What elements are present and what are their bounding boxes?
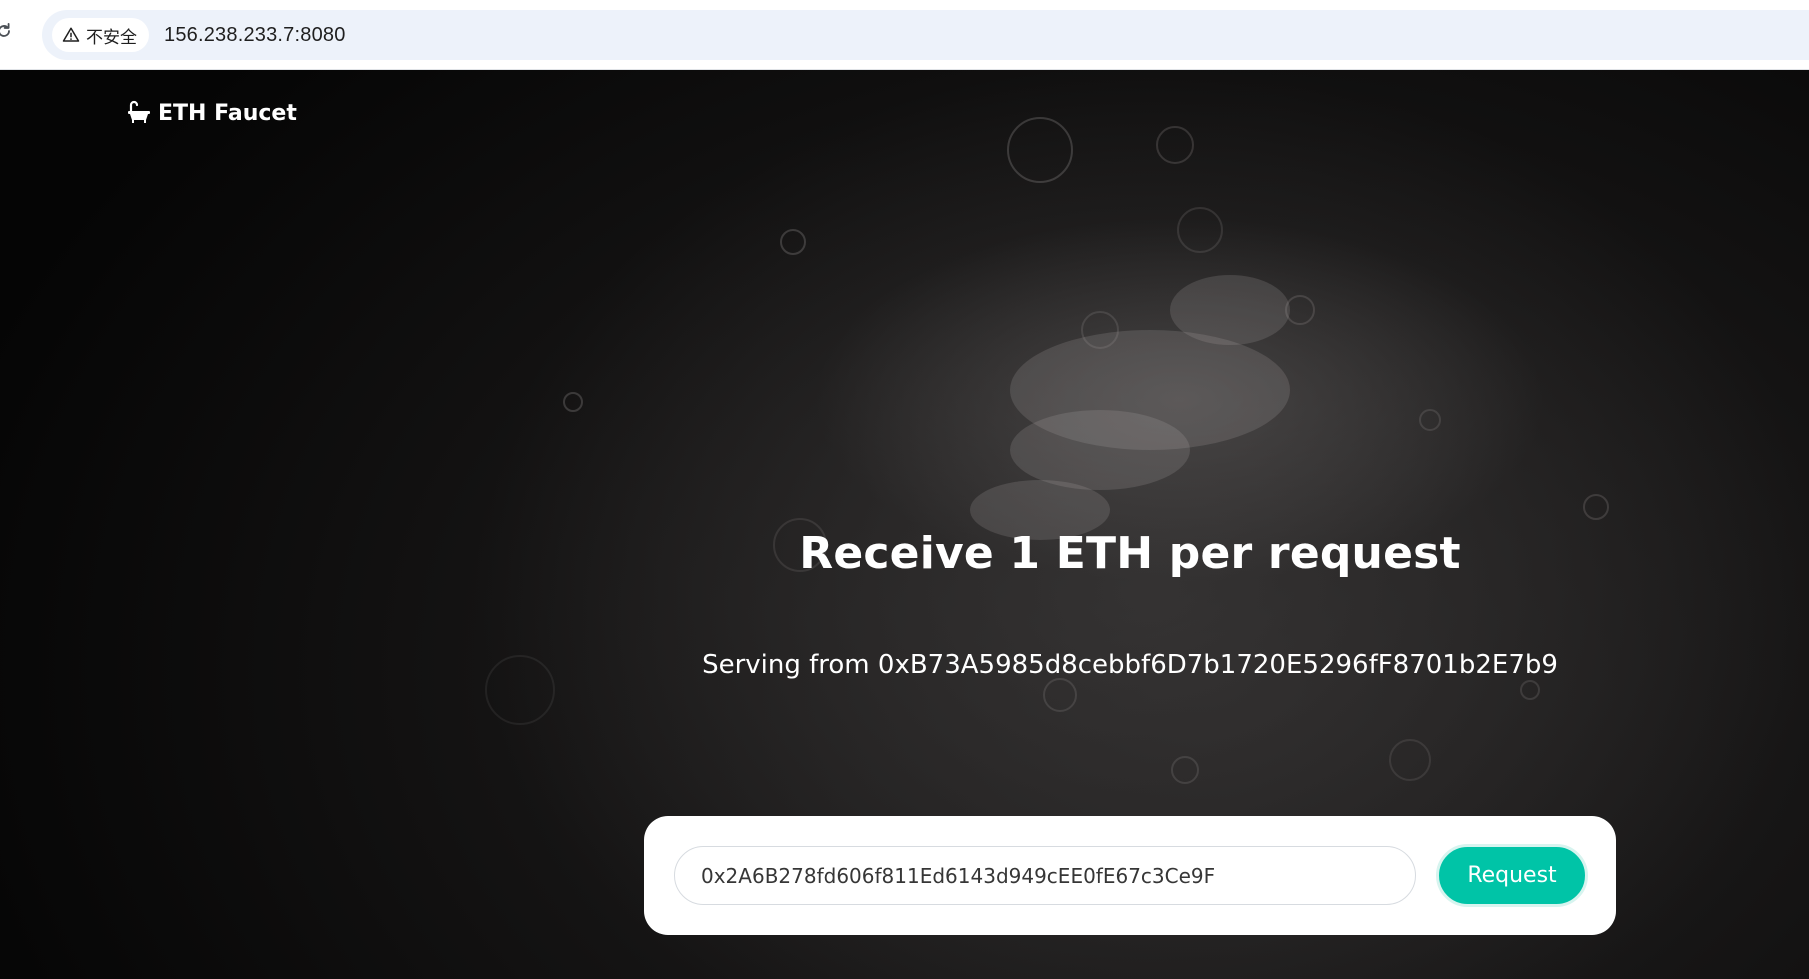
faucet-page: ETH Faucet Receive 1 ETH per request Ser… bbox=[0, 70, 1809, 979]
request-card: Request bbox=[644, 816, 1616, 935]
brand-logo[interactable]: ETH Faucet bbox=[126, 100, 297, 126]
wallet-address-input[interactable] bbox=[674, 846, 1416, 905]
brand-text: ETH Faucet bbox=[158, 100, 297, 126]
browser-toolbar: 不安全 156.238.233.7:8080 bbox=[0, 0, 1809, 70]
url-text[interactable]: 156.238.233.7:8080 bbox=[164, 10, 346, 60]
security-indicator[interactable]: 不安全 bbox=[52, 18, 149, 52]
serving-address-text: Serving from 0xB73A5985d8cebbf6D7b1720E5… bbox=[702, 650, 1558, 680]
warning-icon bbox=[62, 27, 80, 42]
hero-title: Receive 1 ETH per request bbox=[799, 528, 1461, 579]
security-label: 不安全 bbox=[86, 27, 137, 48]
reload-icon[interactable] bbox=[0, 21, 14, 41]
address-bar[interactable]: 不安全 156.238.233.7:8080 bbox=[42, 10, 1809, 60]
bathtub-icon bbox=[128, 100, 150, 123]
request-button[interactable]: Request bbox=[1436, 844, 1588, 907]
